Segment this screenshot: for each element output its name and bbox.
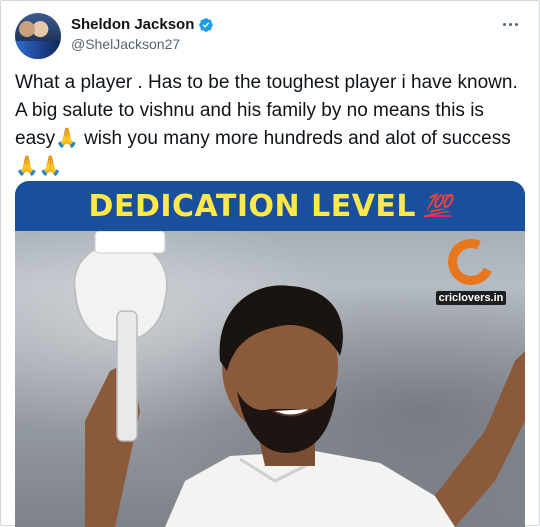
more-options-icon[interactable] — [499, 15, 521, 33]
verified-badge-icon — [198, 17, 214, 33]
criclovers-logo: criclovers.in — [431, 232, 511, 319]
avatar-person — [19, 21, 35, 37]
media-banner: DEDICATION LEVEL 💯 — [15, 181, 525, 231]
author-name[interactable]: Sheldon Jackson — [71, 16, 194, 33]
tweet-media-image[interactable]: DEDICATION LEVEL 💯 criclovers.in — [15, 181, 525, 527]
tweet-text: What a player . Has to be the toughest p… — [15, 72, 522, 177]
author-handle[interactable]: @ShelJackson27 — [71, 36, 180, 52]
player-illustration — [73, 230, 525, 527]
avatar-shirt — [15, 41, 61, 59]
banner-text: DEDICATION LEVEL — [88, 188, 417, 224]
tweet-card: Sheldon Jackson @ShelJackson27 What a pl… — [0, 0, 540, 527]
logo-text: criclovers.in — [435, 291, 507, 305]
author-name-row: Sheldon Jackson — [71, 16, 214, 33]
logo-c-icon — [441, 232, 501, 292]
hundred-emoji-icon: 💯 — [424, 193, 452, 219]
avatar[interactable] — [15, 13, 61, 59]
